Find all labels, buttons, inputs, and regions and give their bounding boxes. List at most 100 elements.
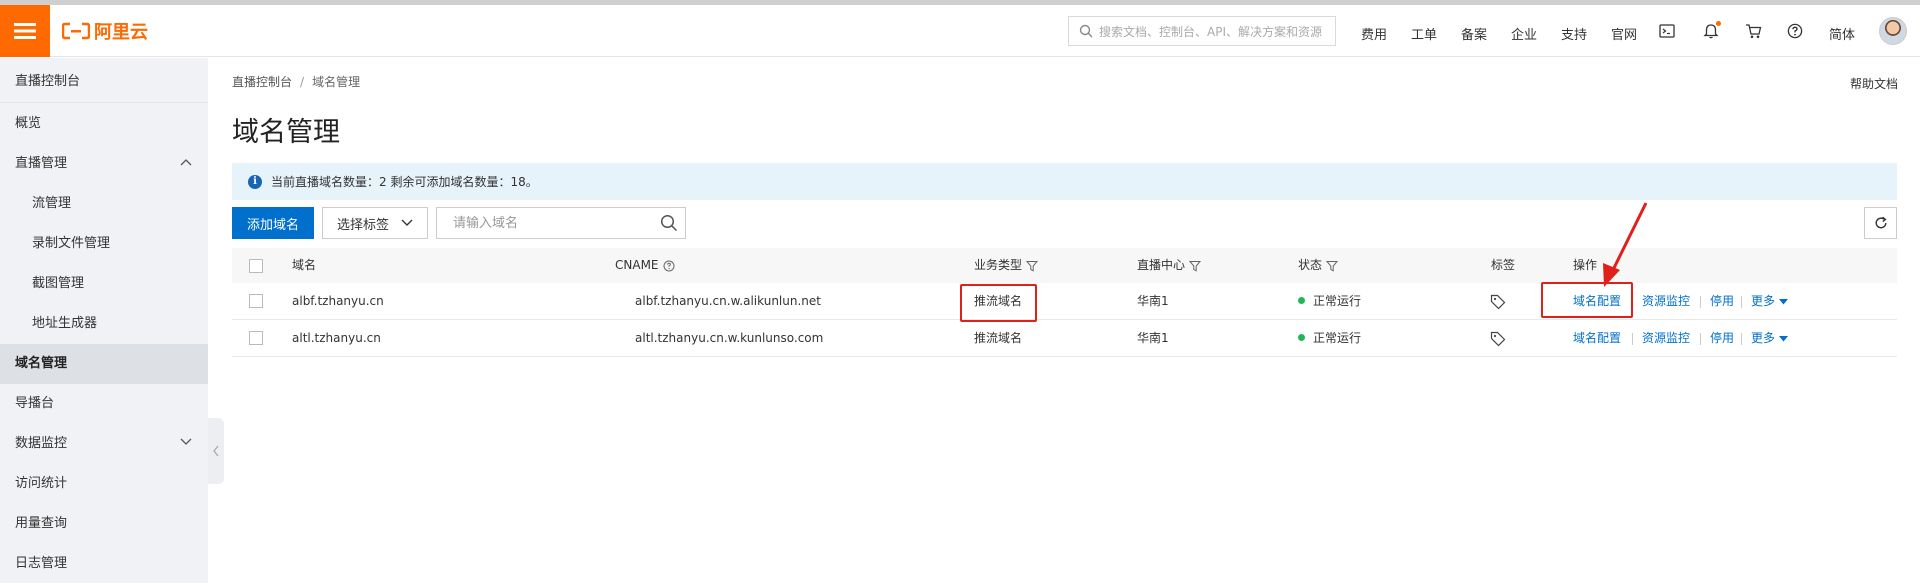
table-row: albf.tzhanyu.cn albf.tzhanyu.cn.w.alikun… xyxy=(232,283,1897,320)
sidebar-item-usage-query[interactable]: 用量查询 xyxy=(0,504,208,544)
breadcrumb-console-link[interactable]: 直播控制台 xyxy=(232,75,292,89)
cell-business-type: 推流域名 xyxy=(974,294,1023,308)
more-label: 更多 xyxy=(1751,294,1776,308)
sidebar-item-label: 直播管理 xyxy=(15,156,68,171)
sidebar-item-director[interactable]: 导播台 xyxy=(0,384,208,424)
sidebar-item-live-management[interactable]: 直播管理 xyxy=(0,144,208,184)
column-header-status: 状态 xyxy=(1298,248,1339,283)
sidebar-item-snapshot-management[interactable]: 截图管理 xyxy=(0,264,208,304)
sidebar-item-stream-management[interactable]: 流管理 xyxy=(0,184,208,224)
sidebar-item-log-management[interactable]: 日志管理 xyxy=(0,544,208,584)
tag-icon[interactable] xyxy=(1490,294,1506,310)
filter-icon[interactable] xyxy=(1189,260,1202,272)
domain-config-link[interactable]: 域名配置 xyxy=(1573,283,1621,319)
table-row: altl.tzhanyu.cn altl.tzhanyu.cn.w.kunlun… xyxy=(232,320,1897,357)
sidebar-item-label: 地址生成器 xyxy=(32,316,98,331)
chevron-up-icon xyxy=(180,159,192,166)
breadcrumb: 直播控制台 / 域名管理 xyxy=(232,73,360,90)
sidebar-item-recording-files[interactable]: 录制文件管理 xyxy=(0,224,208,264)
sidebar-item-label: 概览 xyxy=(15,116,42,131)
bell-icon[interactable] xyxy=(1700,20,1722,42)
filter-icon[interactable] xyxy=(1326,260,1339,272)
domain-config-link[interactable]: 域名配置 xyxy=(1573,320,1621,356)
top-bar: 阿里云 搜索文档、控制台、API、解决方案和资源 费用 工单 备案 企业 支持 … xyxy=(0,5,1920,57)
sidebar-title[interactable]: 直播控制台 xyxy=(0,58,208,103)
nav-filing[interactable]: 备案 xyxy=(1461,24,1487,43)
status-text: 正常运行 xyxy=(1313,331,1362,345)
column-header-cname: CNAME xyxy=(615,248,675,283)
avatar[interactable] xyxy=(1879,17,1907,45)
resource-monitor-link[interactable]: 资源监控 xyxy=(1642,283,1690,319)
sidebar-item-access-stats[interactable]: 访问统计 xyxy=(0,464,208,504)
search-icon xyxy=(1079,24,1093,38)
caret-down-icon xyxy=(1778,336,1788,342)
nav-fees[interactable]: 费用 xyxy=(1361,24,1387,43)
nav-tickets[interactable]: 工单 xyxy=(1411,24,1437,43)
sidebar-collapse-toggle[interactable] xyxy=(208,418,224,484)
sidebar-item-label: 数据监控 xyxy=(15,436,68,451)
logo-text: 阿里云 xyxy=(94,22,148,43)
aliyun-logo[interactable]: 阿里云 xyxy=(62,18,148,44)
sidebar-item-label: 流管理 xyxy=(32,196,72,211)
refresh-button[interactable] xyxy=(1864,207,1897,239)
more-actions-link[interactable]: 更多 xyxy=(1751,283,1788,319)
chevron-left-icon xyxy=(213,445,219,457)
nav-website[interactable]: 官网 xyxy=(1611,24,1637,43)
notification-dot xyxy=(1716,21,1721,26)
disable-link[interactable]: 停用 xyxy=(1710,283,1734,319)
search-icon[interactable] xyxy=(660,214,678,232)
row-checkbox[interactable] xyxy=(249,331,263,345)
select-all-checkbox[interactable] xyxy=(249,259,263,273)
sidebar-item-label: 导播台 xyxy=(15,396,55,411)
sidebar-item-overview[interactable]: 概览 xyxy=(0,104,208,144)
global-search[interactable]: 搜索文档、控制台、API、解决方案和资源 xyxy=(1068,16,1336,46)
notice-text: 当前直播域名数量：2 剩余可添加域名数量：18。 xyxy=(271,175,538,189)
action-divider xyxy=(1632,333,1633,345)
resource-monitor-link[interactable]: 资源监控 xyxy=(1642,320,1690,356)
sidebar-item-domain-management[interactable]: 域名管理 xyxy=(0,344,208,384)
cell-live-center: 华南1 xyxy=(1137,331,1169,345)
action-divider xyxy=(1700,296,1701,308)
menu-button[interactable] xyxy=(0,5,50,57)
terminal-icon[interactable] xyxy=(1656,20,1678,42)
sidebar-item-label: 域名管理 xyxy=(15,356,68,371)
chevron-down-icon xyxy=(401,219,413,226)
disable-link[interactable]: 停用 xyxy=(1710,320,1734,356)
sidebar-item-label: 录制文件管理 xyxy=(32,236,111,251)
action-divider xyxy=(1632,296,1633,308)
sidebar-item-url-generator[interactable]: 地址生成器 xyxy=(0,304,208,344)
hamburger-icon xyxy=(14,23,36,39)
nav-support[interactable]: 支持 xyxy=(1561,24,1587,43)
cell-domain: albf.tzhanyu.cn xyxy=(292,294,384,308)
page-title: 域名管理 xyxy=(232,117,340,148)
domain-search-input[interactable] xyxy=(436,207,686,239)
domain-quota-notice: i 当前直播域名数量：2 剩余可添加域名数量：18。 xyxy=(232,163,1897,200)
help-icon[interactable] xyxy=(1784,20,1806,42)
filter-icon[interactable] xyxy=(1026,260,1039,272)
tag-icon[interactable] xyxy=(1490,331,1506,347)
help-doc-link[interactable]: 帮助文档 xyxy=(1850,75,1898,92)
add-domain-button[interactable]: 添加域名 xyxy=(232,207,314,239)
action-divider xyxy=(1741,333,1742,345)
language-switch[interactable]: 简体 xyxy=(1829,24,1855,43)
aliyun-logo-icon xyxy=(62,22,90,40)
tag-select[interactable]: 选择标签 xyxy=(322,207,428,239)
breadcrumb-current: 域名管理 xyxy=(312,75,361,89)
status-dot xyxy=(1298,297,1305,304)
refresh-icon xyxy=(1875,216,1887,229)
nav-enterprise[interactable]: 企业 xyxy=(1511,24,1537,43)
more-actions-link[interactable]: 更多 xyxy=(1751,320,1788,356)
sidebar-item-data-monitoring[interactable]: 数据监控 xyxy=(0,424,208,464)
help-circle-icon[interactable] xyxy=(663,260,675,272)
more-label: 更多 xyxy=(1751,331,1776,345)
chevron-down-icon xyxy=(180,438,192,445)
caret-down-icon xyxy=(1778,299,1788,305)
sidebar-item-label: 用量查询 xyxy=(15,516,68,531)
cell-status: 正常运行 xyxy=(1298,320,1361,356)
sidebar-item-label: 日志管理 xyxy=(15,556,68,571)
action-divider xyxy=(1741,296,1742,308)
cell-business-type: 推流域名 xyxy=(974,331,1023,345)
row-checkbox[interactable] xyxy=(249,294,263,308)
tag-select-label: 选择标签 xyxy=(337,217,390,233)
cart-icon[interactable] xyxy=(1742,20,1764,42)
